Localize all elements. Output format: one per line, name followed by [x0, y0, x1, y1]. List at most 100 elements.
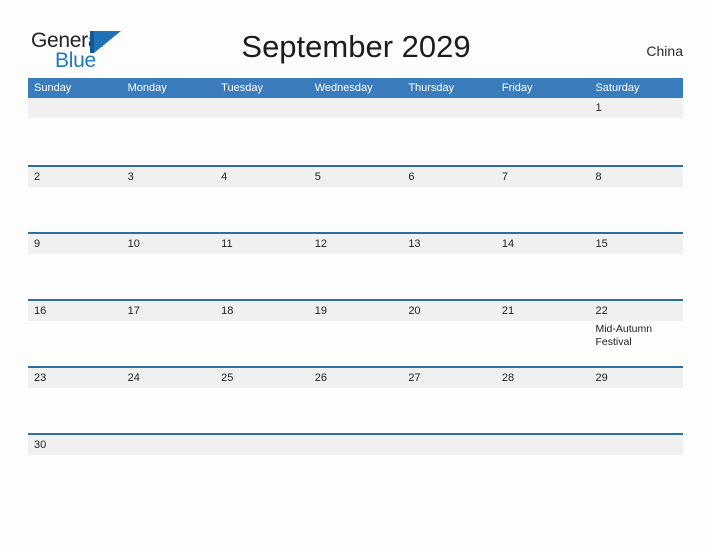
calendar-day-cell[interactable]: 18: [215, 301, 309, 366]
calendar-day-cell[interactable]: [402, 98, 496, 163]
calendar-day-cell[interactable]: 10: [122, 234, 216, 299]
calendar-day-cell[interactable]: 1: [589, 98, 683, 163]
calendar-day-cell[interactable]: 15: [589, 234, 683, 299]
day-number: 2: [34, 171, 41, 183]
calendar-day-cell[interactable]: 12: [309, 234, 403, 299]
day-event: [221, 254, 309, 256]
day-number: 3: [127, 171, 134, 183]
day-number: 19: [314, 305, 327, 317]
calendar-day-cell[interactable]: 21: [496, 301, 590, 366]
day-event: [128, 388, 216, 390]
day-number: [128, 98, 216, 118]
calendar-day-cell[interactable]: 9: [28, 234, 122, 299]
calendar-day-cell[interactable]: [28, 98, 122, 163]
day-number: 14: [501, 238, 515, 250]
calendar-day-cell[interactable]: 29: [589, 368, 683, 433]
day-event: [502, 321, 590, 323]
day-number: 17: [127, 305, 140, 317]
day-number: 11: [221, 238, 233, 250]
day-event: [408, 455, 496, 457]
day-number: 18: [221, 305, 234, 317]
calendar-day-cell[interactable]: 17: [122, 301, 216, 366]
calendar-day-cell[interactable]: [215, 435, 309, 500]
day-number: 22: [595, 305, 608, 317]
day-event: [221, 388, 309, 390]
calendar-day-cell[interactable]: 11: [215, 234, 309, 299]
day-number: 12: [314, 238, 327, 250]
calendar-page: General Blue September 2029 China Sunday…: [0, 0, 712, 550]
day-number: [502, 435, 590, 455]
day-number: [315, 98, 403, 118]
calendar-day-cell[interactable]: [589, 435, 683, 500]
calendar-week-row: 23 24 25 26 27 28 29: [28, 366, 683, 433]
calendar-day-cell[interactable]: [215, 98, 309, 163]
weekday-header-saturday: Saturday: [595, 82, 640, 94]
day-number: 8: [595, 171, 602, 183]
day-event: [128, 254, 216, 256]
day-event: [595, 388, 683, 390]
calendar-day-cell[interactable]: 2: [28, 167, 122, 232]
calendar-day-cell[interactable]: 19: [309, 301, 403, 366]
calendar-day-cell[interactable]: 4: [215, 167, 309, 232]
calendar-day-cell[interactable]: [309, 98, 403, 163]
calendar-day-cell[interactable]: [496, 98, 590, 163]
day-event: [221, 455, 309, 457]
weekday-header-monday: Monday: [127, 82, 167, 94]
day-number: 10: [127, 238, 140, 250]
calendar-day-cell[interactable]: [309, 435, 403, 500]
calendar-day-cell[interactable]: 26: [309, 368, 403, 433]
calendar-day-cell[interactable]: 16: [28, 301, 122, 366]
day-number: 7: [501, 171, 509, 183]
day-number: 9: [34, 238, 41, 250]
day-event: [502, 118, 590, 120]
calendar-day-cell[interactable]: 30: [28, 435, 122, 500]
day-event: [502, 254, 590, 256]
calendar-day-cell[interactable]: 28: [496, 368, 590, 433]
day-event: [315, 118, 403, 120]
day-event: [408, 187, 496, 189]
day-event: Mid-Autumn Festival: [595, 323, 653, 348]
calendar-day-cell[interactable]: 23: [28, 368, 122, 433]
calendar-day-cell[interactable]: 22 Mid-Autumn Festival: [589, 301, 683, 366]
weekday-header-tuesday: Tuesday: [221, 82, 263, 94]
day-event: [34, 388, 122, 390]
weekday-header-row: Sunday Monday Tuesday Wednesday Thursday…: [28, 78, 683, 98]
day-event: [128, 187, 216, 189]
day-event: [408, 321, 496, 323]
day-event: [34, 455, 122, 457]
day-event: [34, 118, 122, 120]
calendar-week-row: 2 3 4 5 6 7 8: [28, 165, 683, 232]
calendar-day-cell[interactable]: [402, 435, 496, 500]
calendar-day-cell[interactable]: 27: [402, 368, 496, 433]
calendar-day-cell[interactable]: 7: [496, 167, 590, 232]
day-number: 23: [34, 372, 47, 384]
day-event: [595, 455, 683, 457]
calendar-day-cell[interactable]: 3: [122, 167, 216, 232]
calendar-day-cell[interactable]: 13: [402, 234, 496, 299]
country-label: China: [646, 43, 683, 59]
day-number: 21: [501, 305, 515, 317]
calendar-day-cell[interactable]: 6: [402, 167, 496, 232]
calendar-day-cell[interactable]: 5: [309, 167, 403, 232]
calendar-day-cell[interactable]: 14: [496, 234, 590, 299]
day-number: [315, 435, 403, 455]
day-event: [502, 455, 590, 457]
weekday-header-thursday: Thursday: [408, 82, 455, 94]
day-number: 26: [314, 372, 327, 384]
weekday-header-wednesday: Wednesday: [314, 82, 373, 94]
page-header: General Blue September 2029 China: [0, 0, 712, 78]
calendar-day-cell[interactable]: 25: [215, 368, 309, 433]
day-number: [408, 435, 496, 455]
day-event: [315, 321, 403, 323]
calendar-day-cell[interactable]: 24: [122, 368, 216, 433]
day-number: 6: [408, 171, 415, 183]
calendar-day-cell[interactable]: [122, 98, 216, 163]
calendar-day-cell[interactable]: [122, 435, 216, 500]
day-number: [221, 98, 309, 118]
calendar-day-cell[interactable]: 20: [402, 301, 496, 366]
day-number: 16: [34, 305, 47, 317]
calendar-day-cell[interactable]: 8: [589, 167, 683, 232]
day-event: [221, 321, 309, 323]
day-number: 5: [314, 171, 321, 183]
calendar-day-cell[interactable]: [496, 435, 590, 500]
